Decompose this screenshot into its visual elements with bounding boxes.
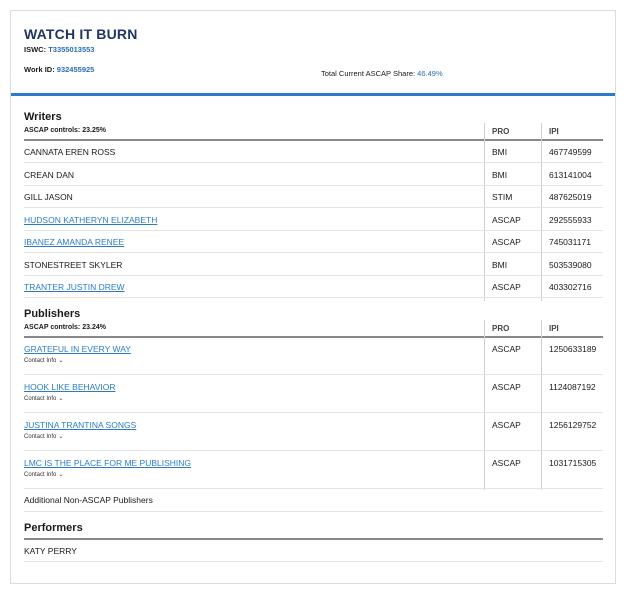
additional-publishers-rule: [24, 511, 603, 512]
work-id-label: Work ID:: [24, 65, 55, 74]
writer-pro: BMI: [492, 147, 508, 157]
writer-name: CREAN DAN: [24, 169, 75, 180]
work-header: WATCH IT BURN ISWC: T3355013553 Work ID:…: [11, 11, 615, 95]
chevron-down-icon: ⌄: [58, 472, 64, 478]
chevron-down-icon: ⌄: [58, 434, 64, 440]
writer-name[interactable]: TRANTER JUSTIN DREW: [24, 282, 125, 292]
header-divider: [11, 93, 615, 96]
publisher-name[interactable]: JUSTINA TRANTINA SONGS: [24, 420, 136, 430]
writers-header-rule: [24, 139, 603, 141]
work-id-value: 932455925: [56, 65, 95, 74]
performers-row-rule: [24, 561, 603, 562]
chevron-down-icon: ⌄: [58, 358, 64, 364]
writer-ipi: 503539080: [549, 259, 592, 270]
publishers-col-pro: PRO: [492, 324, 510, 333]
contact-info-label: Contact Info: [24, 358, 57, 364]
contact-info-toggle[interactable]: Contact Info ⌄: [24, 471, 63, 478]
writer-pro: STIM: [492, 192, 513, 202]
performers-heading: Performers: [24, 522, 83, 534]
publisher-name[interactable]: LMC IS THE PLACE FOR ME PUBLISHING: [24, 458, 191, 468]
publisher-ipi: 1250633189: [549, 344, 597, 354]
chevron-down-icon: ⌄: [58, 396, 64, 402]
writer-name: GILL JASON: [24, 192, 73, 202]
writer-pro: BMI: [492, 169, 508, 180]
publishers-col-divider-2: [541, 320, 542, 490]
contact-info-toggle[interactable]: Contact Info ⌄: [24, 433, 63, 440]
iswc-value: T3355013553: [48, 45, 95, 54]
writer-name[interactable]: HUDSON KATHERYN ELIZABETH: [24, 215, 157, 225]
writer-ipi: 292555933: [549, 214, 592, 225]
publisher-ipi: 1124087192: [549, 382, 596, 392]
contact-info-label: Contact Info: [24, 472, 57, 478]
writer-ipi: 613141004: [549, 169, 592, 180]
publisher-pro: ASCAP: [492, 382, 521, 392]
additional-publishers-link[interactable]: Additional Non-ASCAP Publishers: [24, 495, 153, 505]
performers-header-rule: [24, 538, 603, 540]
contact-info-label: Contact Info: [24, 434, 57, 440]
contact-info-toggle[interactable]: Contact Info ⌄: [24, 357, 63, 364]
work-details-card: WATCH IT BURN ISWC: T3355013553 Work ID:…: [10, 10, 616, 584]
writers-controls: ASCAP controls: 23.25%: [24, 127, 106, 134]
publisher-row-rule: [24, 450, 603, 451]
writers-col-pro: PRO: [492, 127, 510, 136]
publisher-name[interactable]: GRATEFUL IN EVERY WAY: [24, 344, 131, 354]
total-share: Total Current ASCAP Share: 46.49%: [321, 69, 443, 78]
writers-heading: Writers: [24, 111, 62, 123]
work-title: WATCH IT BURN: [24, 26, 138, 42]
publisher-name[interactable]: HOOK LIKE BEHAVIOR: [24, 382, 115, 392]
total-share-label: Total Current ASCAP Share:: [321, 69, 416, 78]
writer-ipi: 487625019: [549, 192, 592, 202]
publisher-pro: ASCAP: [492, 420, 521, 430]
publisher-row-rule: [24, 488, 603, 489]
publisher-row-rule: [24, 374, 603, 375]
publisher-ipi: 1256129752: [549, 420, 597, 430]
writer-ipi: 467749599: [549, 147, 592, 157]
publisher-ipi: 1031715305: [549, 458, 597, 468]
publisher-row-rule: [24, 412, 603, 413]
writer-pro: ASCAP: [492, 237, 521, 247]
contact-info-label: Contact Info: [24, 396, 57, 402]
writer-name: CANNATA EREN ROSS: [24, 147, 116, 157]
writer-row-rule: [24, 184, 603, 186]
publisher-pro: ASCAP: [492, 344, 521, 354]
writer-pro: BMI: [492, 259, 508, 270]
writer-row-rule: [24, 162, 603, 163]
publishers-header-rule: [24, 336, 603, 338]
writer-row-rule: [24, 252, 603, 253]
writer-name: STONESTREET SKYLER: [24, 259, 123, 270]
writer-pro: ASCAP: [492, 214, 521, 225]
publishers-heading: Publishers: [24, 308, 81, 320]
publisher-pro: ASCAP: [492, 458, 521, 468]
writer-row-rule: [24, 297, 603, 298]
performer-name: KATY PERRY: [24, 546, 77, 556]
publishers-col-ipi: IPI: [549, 324, 559, 333]
work-id-field: Work ID: 932455925: [24, 65, 94, 74]
writer-ipi: 403302716: [549, 282, 592, 292]
writer-ipi: 745031171: [549, 237, 591, 247]
total-share-value: 46.49%: [417, 69, 443, 78]
iswc-field: ISWC: T3355013553: [24, 45, 94, 54]
publishers-col-divider-1: [484, 320, 485, 490]
writer-name[interactable]: IBANEZ AMANDA RENEE: [24, 237, 124, 247]
contact-info-toggle[interactable]: Contact Info ⌄: [24, 395, 63, 402]
writer-row-rule: [24, 229, 603, 231]
publishers-controls: ASCAP controls: 23.24%: [24, 324, 106, 331]
writers-col-ipi: IPI: [549, 127, 559, 136]
writer-pro: ASCAP: [492, 282, 521, 292]
writer-row-rule: [24, 274, 603, 276]
iswc-label: ISWC:: [24, 45, 47, 54]
writer-row-rule: [24, 207, 603, 208]
